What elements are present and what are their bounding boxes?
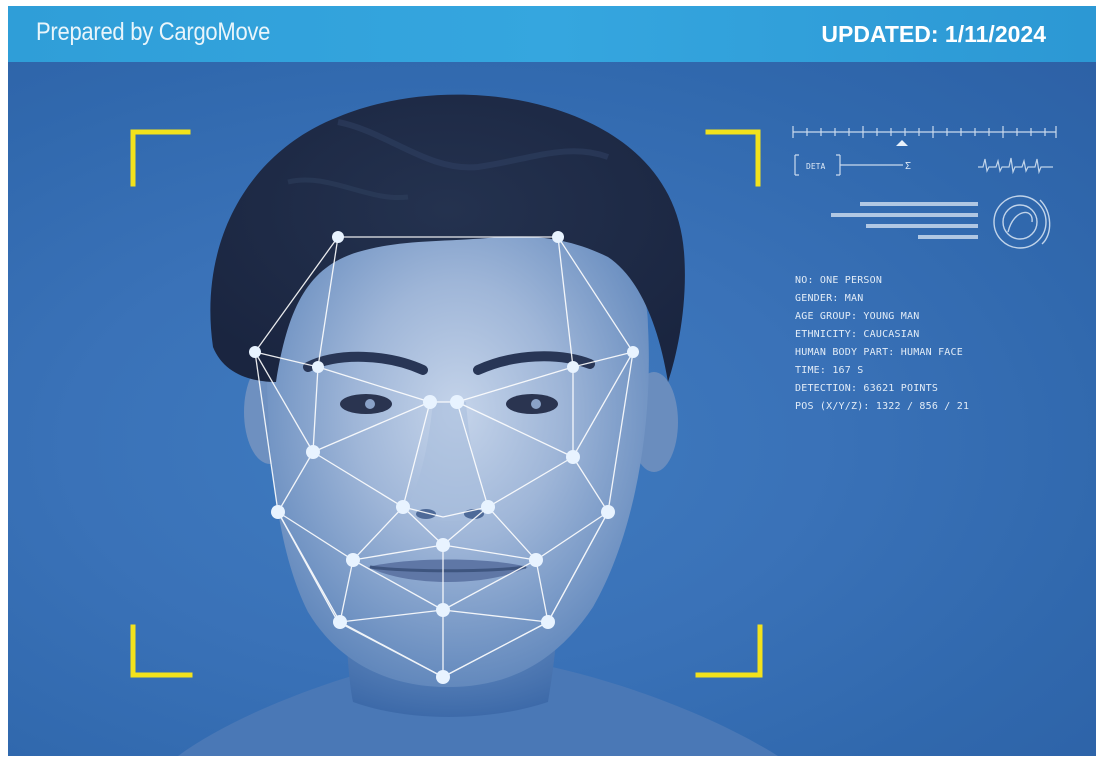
ruler-scale-icon	[792, 126, 1057, 138]
scan-line-position: POS (X/Y/Z): 1322 / 856 / 21	[795, 401, 970, 412]
face-scan-photo: DETA Σ NO: ONE PERSON GENDER: MAN AGE GR…	[8, 62, 1096, 756]
scan-line-body-part: HUMAN BODY PART: HUMAN FACE	[795, 347, 963, 358]
scan-line-time: TIME: 167 S	[795, 365, 864, 376]
scan-info-panel: NO: ONE PERSON GENDER: MAN AGE GROUP: YO…	[795, 272, 969, 416]
header-bar: Prepared by CargoMove UPDATED: 1/11/2024	[8, 6, 1096, 62]
scan-line-count: NO: ONE PERSON	[795, 275, 883, 286]
scan-line-detection: DETECTION: 63621 POINTS	[795, 383, 939, 394]
target-rings-icon	[993, 195, 1051, 249]
scan-line-gender: GENDER: MAN	[795, 293, 864, 304]
svg-text:DETA: DETA	[806, 162, 825, 171]
svg-text:Σ: Σ	[905, 161, 911, 172]
updated-date: UPDATED: 1/11/2024	[821, 21, 1046, 47]
scan-line-age-group: AGE GROUP: YOUNG MAN	[795, 311, 920, 322]
brand-label: Prepared by CargoMove	[36, 18, 271, 46]
report-image: Prepared by CargoMove UPDATED: 1/11/2024	[0, 0, 1104, 762]
waveform-icon	[978, 157, 1053, 175]
scan-line-ethnicity: ETHNICITY: CAUCASIAN	[795, 329, 920, 340]
